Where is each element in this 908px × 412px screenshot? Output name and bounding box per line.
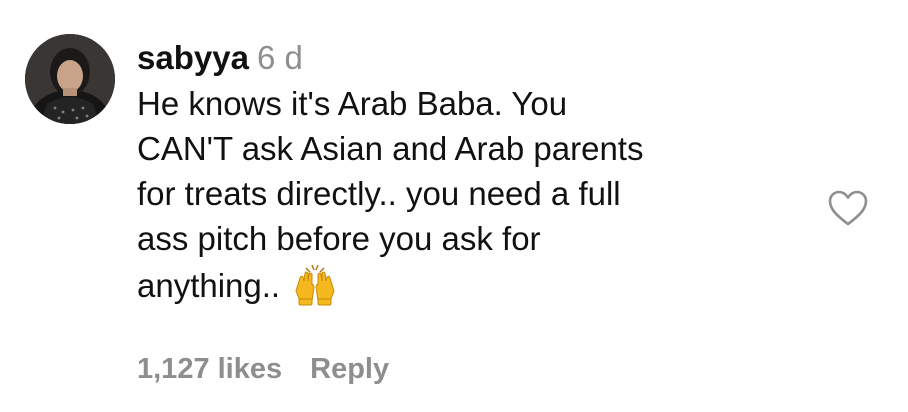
comment-text-line: CAN'T ask Asian and Arab parents [137, 130, 644, 167]
timestamp[interactable]: 6 d [257, 39, 303, 76]
comment-text-line: ass pitch before you ask for [137, 220, 541, 257]
reply-button[interactable]: Reply [310, 353, 389, 385]
comment-text-line: He knows it's Arab Baba. You [137, 85, 568, 122]
comment-header: sabyya 6 d [137, 36, 797, 80]
comment: sabyya 6 d He knows it's Arab Baba. You C… [0, 0, 908, 412]
comment-text-line-end: anything.. [137, 267, 281, 304]
comment-text: He knows it's Arab Baba. You CAN'T ask A… [137, 81, 797, 308]
username[interactable]: sabyya [137, 39, 249, 76]
heart-outline-icon [828, 190, 868, 226]
comment-text-line: for treats directly.. you need a full [137, 175, 621, 212]
raising-hands-emoji-icon [295, 264, 335, 306]
like-button[interactable] [826, 188, 870, 228]
avatar-image [25, 34, 115, 124]
likes-count[interactable]: 1,127 likes [137, 353, 282, 385]
comment-actions: 1,127 likes Reply [137, 349, 389, 389]
comment-text-line-last: anything.. [137, 261, 797, 308]
comment-content: sabyya 6 d He knows it's Arab Baba. You C… [137, 36, 797, 308]
avatar[interactable] [25, 34, 115, 124]
